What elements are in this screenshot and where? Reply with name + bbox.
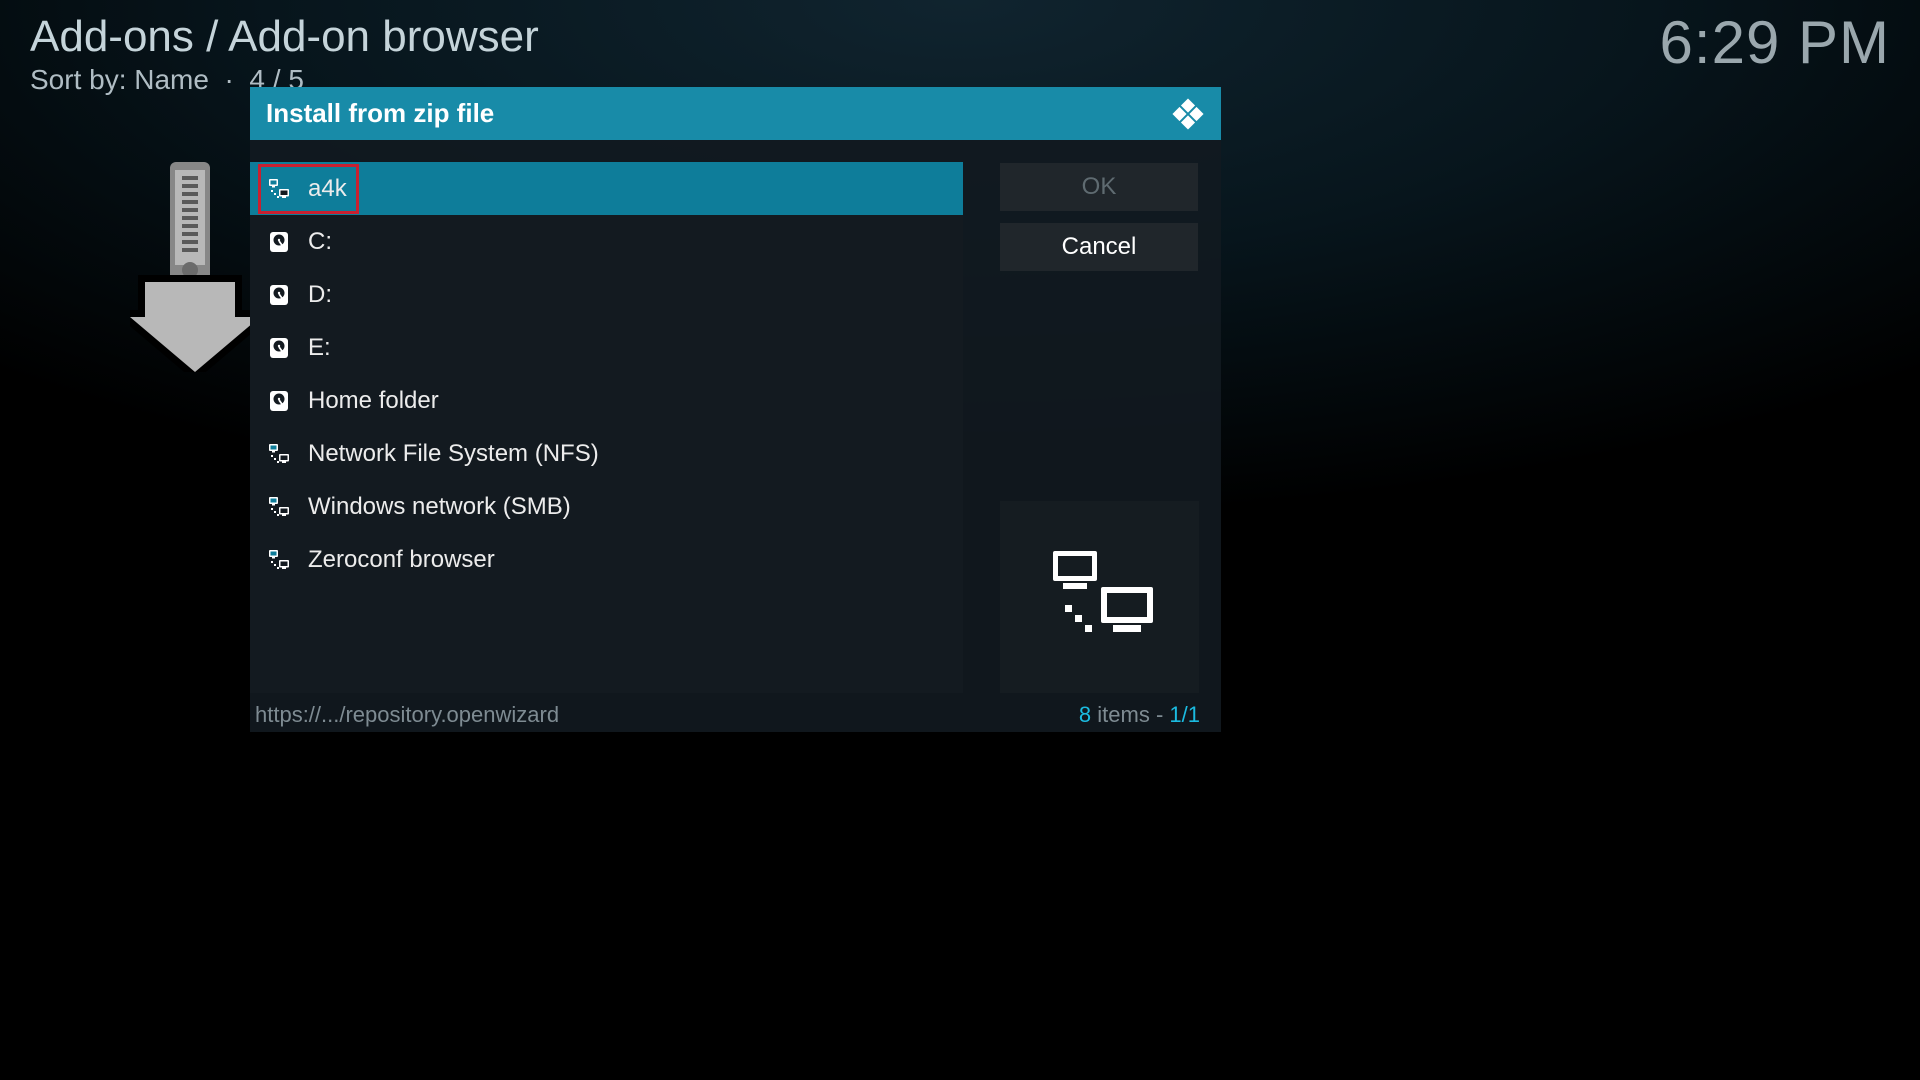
file-item-label: Home folder — [308, 387, 439, 415]
file-item-zeroconf-browser[interactable]: Zeroconf browser — [250, 533, 963, 586]
network-icon — [268, 496, 290, 518]
header: Add-ons / Add-on browser Sort by: Name ·… — [30, 12, 539, 96]
file-item-network-file-system-nfs-[interactable]: Network File System (NFS) — [250, 427, 963, 480]
zip-file-icon — [130, 162, 250, 362]
file-item-label: D: — [308, 281, 332, 309]
file-item-label: Network File System (NFS) — [308, 440, 599, 468]
file-item-a4k[interactable]: a4k — [250, 162, 963, 215]
cancel-button[interactable]: Cancel — [1000, 223, 1198, 271]
kodi-logo-icon — [1171, 97, 1205, 131]
file-item-label: C: — [308, 228, 332, 256]
clock: 6:29 PM — [1660, 8, 1890, 77]
footer-count: 8 items - 1/1 — [1079, 702, 1200, 728]
drive-icon — [268, 284, 290, 306]
breadcrumb: Add-ons / Add-on browser — [30, 12, 539, 62]
drive-icon — [268, 231, 290, 253]
file-item-e-[interactable]: E: — [250, 321, 963, 374]
dialog-footer: https://.../repository.openwizard 8 item… — [255, 702, 1200, 728]
sort-label: Sort by: Name — [30, 64, 209, 95]
file-item-home-folder[interactable]: Home folder — [250, 374, 963, 427]
file-item-label: a4k — [308, 175, 347, 203]
network-icon — [268, 549, 290, 571]
file-item-label: E: — [308, 334, 331, 362]
file-list[interactable]: a4k C: D: E: Home folder Network File System … — [250, 162, 963, 693]
footer-path: https://.../repository.openwizard — [255, 702, 559, 728]
file-item-d-[interactable]: D: — [250, 268, 963, 321]
dialog-title: Install from zip file — [266, 98, 494, 129]
file-item-label: Zeroconf browser — [308, 546, 495, 574]
dialog-titlebar: Install from zip file — [250, 87, 1221, 140]
network-icon — [268, 443, 290, 465]
ok-button[interactable]: OK — [1000, 163, 1198, 211]
drive-icon — [268, 390, 290, 412]
file-item-c-[interactable]: C: — [250, 215, 963, 268]
dot-separator: · — [217, 64, 250, 95]
drive-icon — [268, 337, 290, 359]
file-item-label: Windows network (SMB) — [308, 493, 571, 521]
item-count: 8 — [1079, 702, 1091, 727]
dialog-buttons: OK Cancel — [1000, 163, 1198, 283]
page-indicator: 1/1 — [1169, 702, 1200, 727]
network-preview-icon — [1045, 547, 1155, 647]
network-icon — [268, 178, 290, 200]
preview-panel — [1000, 501, 1199, 693]
file-item-windows-network-smb-[interactable]: Windows network (SMB) — [250, 480, 963, 533]
